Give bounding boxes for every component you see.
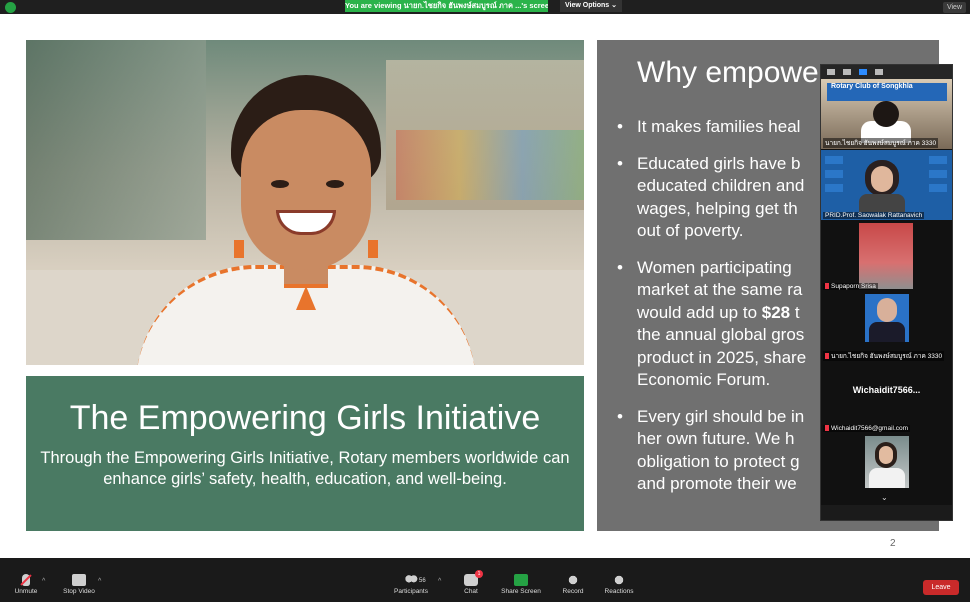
record-button[interactable]: Record <box>560 574 586 595</box>
video-tile[interactable]: PRID.Prof. Saowalak Rattanavich <box>821 150 952 221</box>
participant-name: Wichaidit7566@gmail.com <box>823 425 911 432</box>
gallery-view-icon[interactable] <box>875 69 883 75</box>
video-tile[interactable]: Wichaidit7566... Wichaidit7566@gmail.com <box>821 363 952 434</box>
view-options-button[interactable]: View Options ⌄ <box>560 0 622 12</box>
chat-icon: 1 <box>464 570 483 586</box>
why-title: Why empowe <box>637 56 819 89</box>
participant-display-name: Wichaidit7566... <box>852 385 921 395</box>
muted-mic-icon <box>825 425 829 432</box>
rotary-banner: Rotary Club of Songkhla <box>827 83 947 101</box>
shield-icon[interactable] <box>5 2 16 13</box>
panel-view-switcher[interactable] <box>821 65 952 79</box>
muted-mic-icon <box>825 353 829 360</box>
share-screen-icon <box>514 574 528 586</box>
reactions-icon <box>612 574 626 586</box>
chevron-up-icon[interactable]: ^ <box>42 578 45 585</box>
participant-name: PRID.Prof. Saowalak Rattanavich <box>823 212 925 219</box>
unmute-button[interactable]: Unmute <box>12 574 40 595</box>
strip-view-icon[interactable] <box>859 69 867 75</box>
participant-name: นายก.ไชยกิจ ฮันพงษ์สมบูรณ์ ภาค 3330 <box>823 351 945 361</box>
viewing-banner: You are viewing นายก.ไชยกิจ ฮันพงษ์สมบูร… <box>345 0 548 12</box>
video-tile[interactable]: ⌄ <box>821 434 952 505</box>
video-tile[interactable]: Rotary Club of Songkhla นายก.ไชยกิจ ฮันพ… <box>821 79 952 150</box>
participant-name: Supaporn Srisa <box>823 283 878 290</box>
top-bar: You are viewing นายก.ไชยกิจ ฮันพงษ์สมบูร… <box>0 0 970 14</box>
video-tile[interactable]: Supaporn Srisa <box>821 221 952 292</box>
speaker-view-icon[interactable] <box>843 69 851 75</box>
participants-count: 56 <box>419 578 426 584</box>
muted-mic-icon <box>825 283 829 290</box>
meeting-toolbar: Unmute ^ Stop Video ^ Participants 56 ^ … <box>0 570 970 602</box>
chat-button[interactable]: 1 Chat <box>460 570 483 595</box>
participants-video-panel[interactable]: Rotary Club of Songkhla นายก.ไชยกิจ ฮันพ… <box>820 64 953 521</box>
camera-icon <box>72 574 86 586</box>
reactions-button[interactable]: Reactions <box>602 574 636 595</box>
chat-badge: 1 <box>475 570 483 578</box>
muted-mic-icon <box>22 574 30 586</box>
girl-photo <box>26 40 584 365</box>
participants-icon <box>404 574 418 586</box>
initiative-box: The Empowering Girls Initiative Through … <box>26 376 584 531</box>
record-icon <box>566 574 580 586</box>
minimize-icon[interactable] <box>827 69 835 75</box>
initiative-description: Through the Empowering Girls Initiative,… <box>40 449 570 488</box>
participant-name: นายก.ไชยกิจ ฮันพงษ์สมบูรณ์ ภาค 3330 <box>823 138 939 148</box>
stop-video-button[interactable]: Stop Video <box>60 574 98 595</box>
leave-button[interactable]: Leave <box>923 580 959 595</box>
slide-number: 2 <box>890 538 896 549</box>
share-screen-button[interactable]: Share Screen <box>500 574 542 595</box>
initiative-title: The Empowering Girls Initiative <box>69 399 541 437</box>
chevron-up-icon[interactable]: ^ <box>438 578 441 585</box>
video-tile[interactable]: นายก.ไชยกิจ ฮันพงษ์สมบูรณ์ ภาค 3330 <box>821 292 952 363</box>
view-button[interactable]: View <box>942 2 966 13</box>
chevron-down-icon[interactable]: ⌄ <box>881 493 888 502</box>
chevron-up-icon[interactable]: ^ <box>98 578 101 585</box>
